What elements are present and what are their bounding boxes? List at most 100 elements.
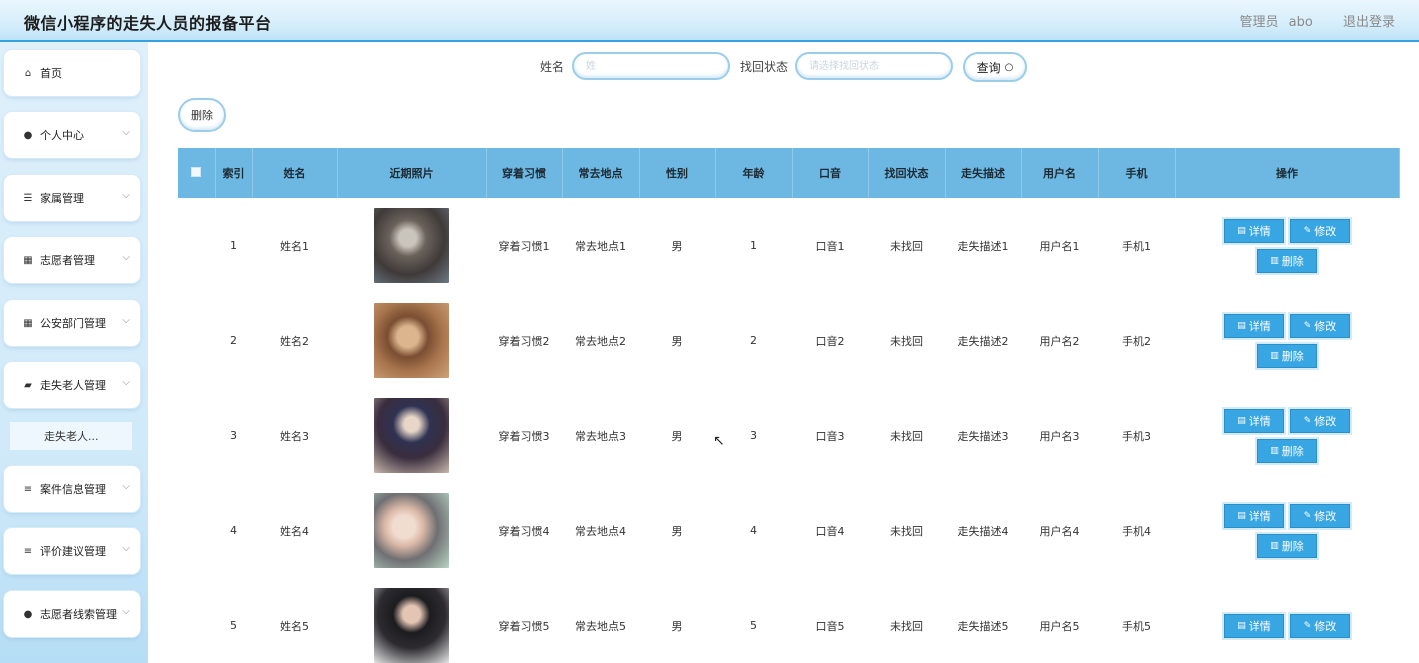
elderly-photo[interactable] <box>374 588 449 663</box>
table-row[interactable]: 3 姓名3 穿着习惯3 常去地点3 男 3 口音3 未找回 走失描述3 用户名3… <box>178 388 1399 483</box>
sidebar-item-home[interactable]: ⌂ 首页 <box>4 50 140 96</box>
cell-desc: 走失描述3 <box>945 388 1021 483</box>
sidebar-item-label: 个人中心 <box>40 129 84 142</box>
cell-photo <box>337 388 486 483</box>
edit-button[interactable]: ✎ 修改 <box>1290 503 1350 528</box>
cell-habit: 穿着习惯4 <box>486 483 562 578</box>
delete-label: 删除 <box>1281 349 1304 363</box>
grid-icon: ▦ <box>23 254 33 266</box>
row-select-cell[interactable] <box>178 578 215 663</box>
detail-button[interactable]: ▤ 详情 <box>1224 313 1284 338</box>
sidebar-subitem-missing-elderly[interactable]: 走失老人... <box>10 422 132 450</box>
cell-status: 未找回 <box>868 198 945 293</box>
trash-icon: ▥ <box>1270 255 1279 266</box>
row-select-cell[interactable] <box>178 483 215 578</box>
table-row[interactable]: 5 姓名5 穿着习惯5 常去地点5 男 5 口音5 未找回 走失描述5 用户名5… <box>178 578 1399 663</box>
elderly-photo[interactable] <box>374 398 449 473</box>
sidebar-item-volunteer-clues[interactable]: ● 志愿者线索管理 ⌵ <box>4 591 140 637</box>
detail-label: 详情 <box>1248 224 1271 238</box>
select-all-checkbox[interactable] <box>191 166 202 177</box>
sidebar-item-volunteer[interactable]: ▦ 志愿者管理 ⌵ <box>4 237 140 283</box>
sidebar-item-label: 志愿者管理 <box>40 254 95 267</box>
missing-elderly-table: 索引 姓名 近期照片 穿着习惯 常去地点 性别 年龄 口音 找回状态 走失描述 … <box>178 148 1400 663</box>
delete-button[interactable]: ▥ 删除 <box>1257 533 1317 558</box>
chevron-down-icon: ⌵ <box>122 252 130 263</box>
cell-index: 3 <box>215 388 252 483</box>
cell-habit: 穿着习惯2 <box>486 293 562 388</box>
sidebar-item-case-info[interactable]: ≡ 案件信息管理 ⌵ <box>4 466 140 512</box>
delete-button[interactable]: ▥ 删除 <box>1257 248 1317 273</box>
row-select-cell[interactable] <box>178 388 215 483</box>
elderly-photo[interactable] <box>374 493 449 568</box>
cell-phone: 手机2 <box>1098 293 1175 388</box>
cell-actions: ▤ 详情 ✎ 修改 ▥ 删除 <box>1175 198 1399 293</box>
chevron-down-icon: ⌵ <box>122 315 130 326</box>
cell-gender: 男 <box>639 293 715 388</box>
detail-button[interactable]: ▤ 详情 <box>1224 503 1284 528</box>
chevron-down-icon: ⌵ <box>122 606 130 617</box>
name-search-input[interactable] <box>572 52 730 80</box>
cell-index: 2 <box>215 293 252 388</box>
cell-phone: 手机3 <box>1098 388 1175 483</box>
cell-place: 常去地点1 <box>562 198 639 293</box>
top-header: 微信小程序的走失人员的报备平台 管理员 abo 退出登录 <box>0 0 1419 42</box>
cell-name: 姓名1 <box>252 198 337 293</box>
cell-desc: 走失描述5 <box>945 578 1021 663</box>
cell-gender: 男 <box>639 578 715 663</box>
user-area: 管理员 abo 退出登录 <box>1234 11 1395 30</box>
table-row[interactable]: 1 姓名1 穿着习惯1 常去地点1 男 1 口音1 未找回 走失描述1 用户名1… <box>178 198 1399 293</box>
edit-button[interactable]: ✎ 修改 <box>1290 218 1350 243</box>
chevron-down-icon: ⌵ <box>122 481 130 492</box>
delete-label: 删除 <box>1281 539 1304 553</box>
sidebar-item-family[interactable]: ☰ 家属管理 ⌵ <box>4 175 140 221</box>
table-row[interactable]: 4 姓名4 穿着习惯4 常去地点4 男 4 口音4 未找回 走失描述4 用户名4… <box>178 483 1399 578</box>
cell-place: 常去地点3 <box>562 388 639 483</box>
edit-button[interactable]: ✎ 修改 <box>1290 613 1350 638</box>
column-header: 找回状态 <box>868 148 946 198</box>
cell-photo <box>337 483 486 578</box>
select-all-header[interactable] <box>178 148 216 198</box>
column-header: 穿着习惯 <box>486 148 563 198</box>
logout-link[interactable]: 退出登录 <box>1343 15 1395 30</box>
cell-place: 常去地点5 <box>562 578 639 663</box>
sidebar: ⌂ 首页 ● 个人中心 ⌵ ☰ 家属管理 ⌵ ▦ 志愿者管理 ⌵ ▦ 公安部门管… <box>0 42 148 663</box>
sidebar-item-personal-center[interactable]: ● 个人中心 ⌵ <box>4 112 140 158</box>
cell-status: 未找回 <box>868 483 945 578</box>
search-bar: 姓名 找回状态 查询 ○ <box>148 50 1419 82</box>
user-icon: ● <box>23 129 33 141</box>
sidebar-item-feedback[interactable]: ≡ 评价建议管理 ⌵ <box>4 528 140 574</box>
detail-button[interactable]: ▤ 详情 <box>1224 408 1284 433</box>
cell-user: 用户名1 <box>1021 198 1098 293</box>
cell-desc: 走失描述2 <box>945 293 1021 388</box>
edit-button[interactable]: ✎ 修改 <box>1290 313 1350 338</box>
sidebar-item-label: 公安部门管理 <box>40 317 106 330</box>
cell-status: 未找回 <box>868 293 945 388</box>
elderly-photo[interactable] <box>374 208 449 283</box>
batch-delete-button[interactable]: 删除 <box>178 98 226 132</box>
column-header: 常去地点 <box>562 148 640 198</box>
username: abo <box>1288 15 1313 30</box>
status-label: 找回状态 <box>740 60 789 74</box>
cell-name: 姓名3 <box>252 388 337 483</box>
column-header: 走失描述 <box>945 148 1022 198</box>
detail-button[interactable]: ▤ 详情 <box>1224 218 1284 243</box>
detail-button[interactable]: ▤ 详情 <box>1224 613 1284 638</box>
status-search-input[interactable] <box>795 52 953 80</box>
row-select-cell[interactable] <box>178 198 215 293</box>
elderly-photo[interactable] <box>374 303 449 378</box>
row-select-cell[interactable] <box>178 293 215 388</box>
chevron-down-icon: ⌵ <box>122 190 130 201</box>
delete-button[interactable]: ▥ 删除 <box>1257 343 1317 368</box>
delete-label: 删除 <box>1281 444 1304 458</box>
sidebar-item-police[interactable]: ▦ 公安部门管理 ⌵ <box>4 300 140 346</box>
query-button[interactable]: 查询 ○ <box>963 52 1027 82</box>
app-title: 微信小程序的走失人员的报备平台 <box>24 14 272 33</box>
cell-actions: ▤ 详情 ✎ 修改 ▥ 删除 <box>1175 483 1399 578</box>
column-header: 用户名 <box>1021 148 1099 198</box>
table-row[interactable]: 2 姓名2 穿着习惯2 常去地点2 男 2 口音2 未找回 走失描述2 用户名2… <box>178 293 1399 388</box>
cell-photo <box>337 578 486 663</box>
edit-button[interactable]: ✎ 修改 <box>1290 408 1350 433</box>
cell-habit: 穿着习惯1 <box>486 198 562 293</box>
delete-button[interactable]: ▥ 删除 <box>1257 438 1317 463</box>
sidebar-item-missing-elderly[interactable]: ▰ 走失老人管理 ⌵ <box>4 362 140 408</box>
